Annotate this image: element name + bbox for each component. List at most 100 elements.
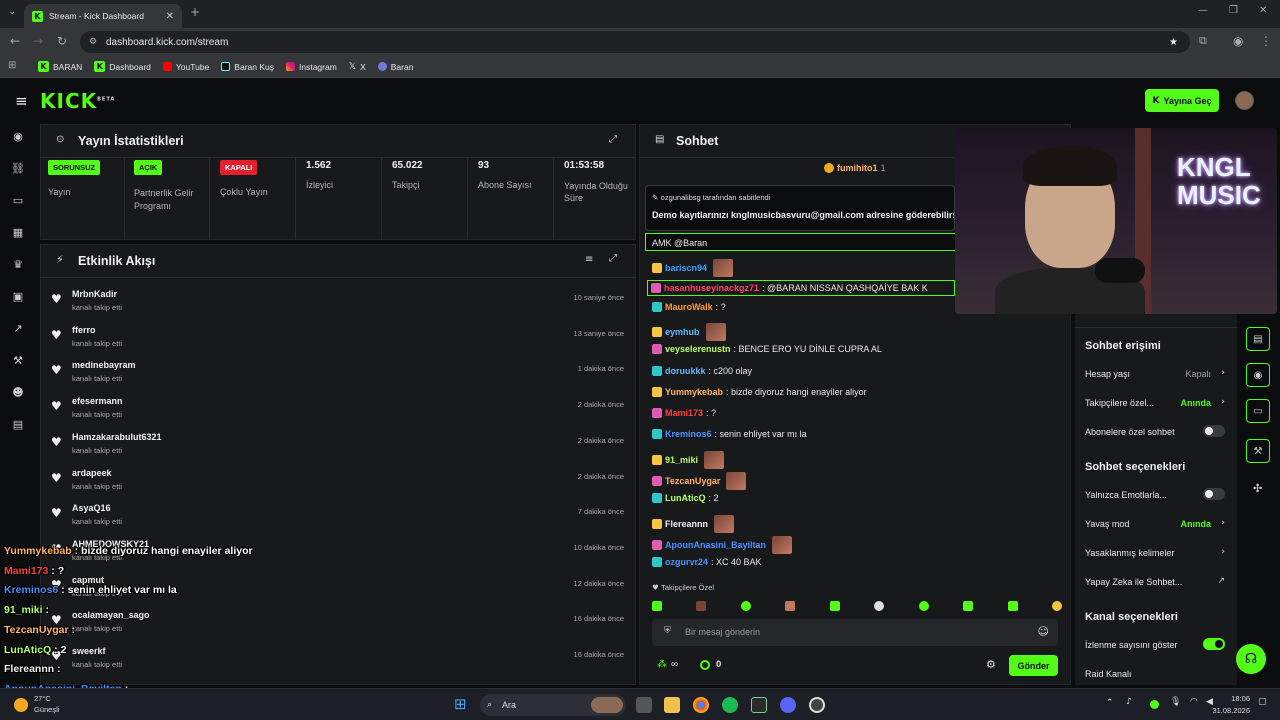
- avatar[interactable]: [1235, 91, 1254, 110]
- subs-only-toggle[interactable]: [1203, 425, 1225, 437]
- pinned-message[interactable]: ✎ ozgunalibsg tarafından sabitlendi Demo…: [645, 185, 955, 231]
- chat-message[interactable]: MauroWalk: ?: [652, 301, 726, 312]
- speaker-icon[interactable]: ♪: [1126, 697, 1132, 707]
- video-icon[interactable]: ▣: [11, 290, 25, 304]
- chat-message[interactable]: bariscn94: [652, 259, 734, 277]
- spotify-icon[interactable]: [722, 697, 738, 713]
- profile-icon[interactable]: ◉: [1233, 34, 1243, 48]
- url-input[interactable]: ⚙ dashboard.kick.com/stream ★: [80, 31, 1190, 53]
- wifi-icon[interactable]: ◠: [1190, 697, 1198, 707]
- emote-icon[interactable]: [963, 601, 974, 611]
- activity-item[interactable]: ♥ AsyaQ16 kanalı takip etti 7 dakika önce: [48, 501, 632, 537]
- top-gifter[interactable]: fumihito1 1: [824, 163, 886, 173]
- activity-item[interactable]: ♥ fferro kanalı takip etti 13 saniye önce: [48, 323, 632, 359]
- chat-message[interactable]: Mami173: ?: [652, 408, 716, 419]
- chat-side-button[interactable]: ▤: [1246, 327, 1270, 351]
- followers-only-row[interactable]: Takipçilere özel... Anında ›: [1085, 397, 1225, 408]
- minimize-icon[interactable]: —: [1198, 5, 1208, 16]
- tab-close-icon[interactable]: ✕: [166, 11, 174, 22]
- extensions-icon[interactable]: ⧉: [1199, 34, 1207, 48]
- bookmark-youtube[interactable]: YouTube: [162, 62, 209, 72]
- app-icon[interactable]: [751, 697, 767, 713]
- clock-time[interactable]: 18:06: [1222, 694, 1250, 703]
- kick-logo[interactable]: KICKBETA: [40, 89, 115, 113]
- show-viewers-toggle[interactable]: [1203, 638, 1225, 650]
- chat-username[interactable]: TezcanUygar: [665, 476, 720, 486]
- support-button[interactable]: ☊: [1236, 644, 1266, 674]
- browser-tab[interactable]: K Stream - Kick Dashboard ✕: [24, 4, 182, 28]
- banned-words-row[interactable]: Yasaklanmış kelimeler ›: [1085, 547, 1225, 558]
- activity-item[interactable]: ♥ ocalamayan_sago kanalı takip etti 16 daki…: [48, 608, 632, 644]
- send-button[interactable]: Gönder: [1009, 655, 1058, 676]
- settings-gear-icon[interactable]: ⚙: [986, 658, 996, 671]
- weather-label[interactable]: Güneşli: [34, 705, 59, 714]
- filter-icon[interactable]: ≡: [585, 254, 593, 265]
- activity-item[interactable]: ♥ efesermann kanalı takip etti 2 dakika önc…: [48, 394, 632, 430]
- hamburger-menu-icon[interactable]: ≡: [15, 92, 28, 110]
- activity-item[interactable]: ♥ medinebayram kanalı takip etti 1 dakika ö…: [48, 358, 632, 394]
- apps-grid-icon[interactable]: ⊞: [8, 60, 16, 71]
- status-dot-icon[interactable]: [1150, 700, 1159, 709]
- activity-item[interactable]: ♥ ardapeek kanalı takip etti 2 dakika önce: [48, 466, 632, 502]
- activity-item[interactable]: ♥ sweerkf kanalı takip etti 16 dakika önce: [48, 644, 632, 680]
- chat-username[interactable]: LunAticQ: [665, 493, 706, 503]
- chat-username[interactable]: eymhub: [665, 327, 700, 337]
- chat-message[interactable]: doruukkk: c200 olay: [652, 365, 752, 376]
- users-icon[interactable]: ☻: [11, 386, 25, 400]
- site-info-icon[interactable]: ⚙: [89, 37, 97, 47]
- chat-message[interactable]: LunAticQ: 2: [652, 493, 719, 504]
- channel-points[interactable]: ⁂ ∞: [657, 659, 678, 670]
- stream-side-button[interactable]: ◉: [1246, 363, 1270, 387]
- bookmark-baran-2[interactable]: Baran: [377, 62, 413, 72]
- taskbar-search[interactable]: ⌕ Ara: [480, 694, 626, 716]
- link-icon[interactable]: ⛓: [11, 162, 25, 176]
- back-icon[interactable]: ←: [10, 34, 20, 48]
- chat-username[interactable]: Flereannn: [665, 519, 708, 529]
- chat-input[interactable]: ⛨ Bir mesaj gönderin ☺: [652, 619, 1058, 646]
- activity-item[interactable]: ♥ MrbnKadir kanalı takip etti 10 saniye önc…: [48, 287, 632, 323]
- chat-message[interactable]: Yummykebab: bizde diyoruz hangi enayiler…: [652, 386, 867, 397]
- activity-item[interactable]: ♥ Hamzakarabulut6321 kanalı takip etti 2 da…: [48, 430, 632, 466]
- window-side-button[interactable]: ▭: [1246, 399, 1270, 423]
- trophy-icon[interactable]: ♛: [11, 258, 25, 272]
- chat-message[interactable]: 91_miki: [652, 450, 725, 469]
- notification-icon[interactable]: ▢: [1258, 697, 1267, 707]
- bookmark-baran[interactable]: K BARAN: [38, 61, 82, 72]
- chat-message[interactable]: ozgurvr24: XC 40 BAK: [652, 557, 762, 568]
- chat-message[interactable]: eymhub: [652, 322, 726, 341]
- store-icon[interactable]: ▤: [11, 418, 25, 432]
- emote-icon[interactable]: [1007, 601, 1018, 611]
- clock-date[interactable]: 31.08.2026: [1200, 706, 1250, 715]
- account-age-row[interactable]: Hesap yaşı Kapalı ›: [1085, 368, 1225, 379]
- chrome-icon[interactable]: [693, 697, 709, 713]
- forward-icon[interactable]: →: [33, 34, 43, 48]
- expand-icon[interactable]: ⤢: [609, 253, 617, 264]
- chat-username[interactable]: doruukkk: [665, 366, 706, 376]
- menu-dots-icon[interactable]: ⋮: [1260, 34, 1272, 48]
- chat-username[interactable]: ApounAnasini_Bayiltan: [665, 540, 766, 550]
- emotes-only-toggle[interactable]: [1203, 488, 1225, 500]
- chat-message[interactable]: hasanhuseyinackgz71: @BARAN NISSAN QASHQ…: [647, 280, 955, 297]
- discord-icon[interactable]: [780, 697, 796, 713]
- chat-username[interactable]: veyselerenustn: [665, 344, 731, 354]
- bookmark-x[interactable]: 𝕏X: [349, 62, 366, 72]
- chat-username[interactable]: Yummykebab: [665, 387, 723, 397]
- stats-icon[interactable]: ▦: [11, 226, 25, 240]
- puzzle-icon[interactable]: ✣: [1253, 482, 1262, 495]
- bookmark-instagram[interactable]: Instagram: [286, 62, 337, 72]
- file-explorer-icon[interactable]: [664, 697, 680, 713]
- emote-icon[interactable]: [696, 601, 707, 611]
- emote-icon[interactable]: [652, 601, 662, 611]
- slow-mode-row[interactable]: Yavaş mod Anında ›: [1085, 518, 1225, 529]
- bookmark-tiktok[interactable]: Baran Kuş: [221, 62, 274, 72]
- stream-icon[interactable]: ◉: [11, 130, 25, 144]
- obs-icon[interactable]: [809, 697, 825, 713]
- chat-username[interactable]: 91_miki: [665, 455, 698, 465]
- new-tab-icon[interactable]: +: [190, 5, 200, 19]
- chat-message[interactable]: Kreminos6: senin ehliyet var mı la: [652, 429, 807, 440]
- emote-icon[interactable]: [918, 601, 929, 611]
- emote-icon[interactable]: [740, 601, 751, 611]
- chat-message[interactable]: Flereannn: [652, 514, 735, 533]
- tools-side-button[interactable]: ⚒: [1246, 439, 1270, 463]
- chat-message[interactable]: ApounAnasini_Bayiltan: [652, 535, 793, 554]
